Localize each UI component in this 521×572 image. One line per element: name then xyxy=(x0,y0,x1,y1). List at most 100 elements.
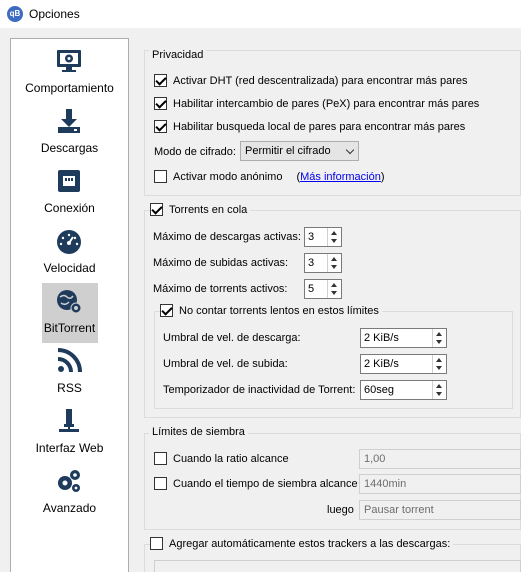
ul-threshold-label: Umbral de vel. de subida: xyxy=(163,358,288,370)
sidebar-item-rss[interactable]: RSS xyxy=(11,343,128,403)
checkbox-box[interactable] xyxy=(160,304,173,317)
max-downloads-value: 3 xyxy=(308,231,315,243)
seeding-action-dropdown[interactable]: Pausar torrent xyxy=(359,500,521,520)
checkbox-box[interactable] xyxy=(154,477,167,490)
checkbox-box[interactable] xyxy=(154,452,167,465)
seeding-time-label: Cuando el tiempo de siembra alcance xyxy=(173,477,358,490)
title-bar: qB Opciones xyxy=(0,0,521,28)
spin-up-icon[interactable] xyxy=(436,384,442,388)
sidebar-item-velocidad[interactable]: Velocidad xyxy=(11,223,128,283)
seeding-time-value: 1440min xyxy=(364,478,407,490)
speedometer-icon xyxy=(57,230,81,254)
sidebar-item-label: Avanzado xyxy=(42,501,97,515)
spin-arrows[interactable] xyxy=(327,280,341,298)
sidebar-item-conexion[interactable]: Conexión xyxy=(11,163,128,223)
sidebar-item-label: RSS xyxy=(57,381,82,395)
dl-threshold-label: Umbral de vel. de descarga: xyxy=(163,332,301,344)
encryption-dropdown[interactable]: Permitir el cifrado xyxy=(240,141,359,161)
seeding-limits-title: Límites de siembra xyxy=(149,426,248,438)
checkbox-box[interactable] xyxy=(154,74,167,87)
spin-arrows[interactable] xyxy=(327,254,341,272)
spin-up-icon[interactable] xyxy=(436,332,442,336)
sidebar-item-label: Descargas xyxy=(40,141,99,155)
sidebar-item-label: Velocidad xyxy=(43,261,96,275)
ul-threshold-value: 2 KiB/s xyxy=(364,358,399,370)
slow-torrents-checkbox[interactable]: No contar torrents lentos en estos límit… xyxy=(160,304,382,317)
dht-checkbox[interactable]: Activar DHT (red descentralizada) para e… xyxy=(154,74,467,87)
spin-up-icon[interactable] xyxy=(331,257,337,261)
lsd-label: Habilitar busqueda local de pares para e… xyxy=(173,120,466,133)
ratio-limit-label: Cuando la ratio alcance xyxy=(173,452,289,465)
max-uploads-spinbox[interactable]: 3 xyxy=(304,253,342,273)
spin-arrows[interactable] xyxy=(432,355,446,373)
dl-threshold-spinbox[interactable]: 2 KiB/s xyxy=(360,328,447,348)
spin-up-icon[interactable] xyxy=(436,358,442,362)
inactivity-timer-label: Temporizador de inactividad de Torrent: xyxy=(163,384,356,396)
ratio-limit-value: 1,00 xyxy=(364,453,386,465)
spin-up-icon[interactable] xyxy=(331,231,337,235)
max-downloads-spinbox[interactable]: 3 xyxy=(304,227,342,247)
max-torrents-spinbox[interactable]: 5 xyxy=(304,279,342,299)
sidebar-item-label: Conexión xyxy=(44,201,95,215)
spin-arrows[interactable] xyxy=(327,228,341,246)
rss-icon xyxy=(57,348,82,373)
lsd-checkbox[interactable]: Habilitar busqueda local de pares para e… xyxy=(154,120,465,133)
max-downloads-label: Máximo de descargas activas: xyxy=(153,231,301,243)
seeding-time-checkbox[interactable]: Cuando el tiempo de siembra alcance xyxy=(154,477,358,490)
window-title: Opciones xyxy=(29,7,80,21)
add-trackers-checkbox[interactable]: Agregar automáticamente estos trackers a… xyxy=(150,537,454,550)
sidebar-item-label: Comportamiento xyxy=(25,81,114,95)
queueing-checkbox[interactable]: Torrents en cola xyxy=(150,203,251,216)
checkbox-box[interactable] xyxy=(154,97,167,110)
ratio-limit-field[interactable]: 1,00 xyxy=(359,449,521,469)
encryption-value: Permitir el cifrado xyxy=(245,145,331,157)
add-trackers-label: Agregar automáticamente estos trackers a… xyxy=(169,537,451,550)
ethernet-icon xyxy=(58,170,80,192)
checkbox-box[interactable] xyxy=(154,170,167,183)
globe-gear-icon xyxy=(57,290,82,314)
more-info-link[interactable]: Más información xyxy=(300,171,381,183)
slow-torrents-label: No contar torrents lentos en estos límit… xyxy=(179,304,379,317)
spin-arrows[interactable] xyxy=(432,381,446,399)
trackers-textarea[interactable] xyxy=(154,560,521,572)
spin-down-icon[interactable] xyxy=(436,392,442,396)
monitor-gear-icon xyxy=(57,50,81,72)
spin-down-icon[interactable] xyxy=(436,366,442,370)
max-uploads-value: 3 xyxy=(308,257,315,269)
sidebar-item-comportamiento[interactable]: Comportamiento xyxy=(11,43,128,103)
seeding-time-field[interactable]: 1440min xyxy=(359,474,521,494)
anonymous-mode-label: Activar modo anónimo xyxy=(173,170,283,183)
ul-threshold-spinbox[interactable]: 2 KiB/s xyxy=(360,354,447,374)
dl-threshold-value: 2 KiB/s xyxy=(364,332,399,344)
sidebar-item-bittorrent[interactable]: BitTorrent xyxy=(11,283,128,343)
paren-close: ) xyxy=(380,170,385,183)
bittorrent-settings-panel: Privacidad Activar DHT (red descentraliz… xyxy=(136,38,521,572)
checkbox-box[interactable] xyxy=(150,537,163,550)
encryption-label: Modo de cifrado: xyxy=(154,146,236,158)
spin-down-icon[interactable] xyxy=(331,291,337,295)
max-torrents-label: Máximo de torrents activos: xyxy=(153,283,288,295)
inactivity-timer-value: 60seg xyxy=(364,384,394,396)
checkbox-box[interactable] xyxy=(150,203,163,216)
qbittorrent-logo-icon: qB xyxy=(7,6,23,22)
usb-plug-icon xyxy=(59,409,79,432)
privacy-group-title: Privacidad xyxy=(149,49,207,61)
dht-label: Activar DHT (red descentralizada) para e… xyxy=(173,74,468,87)
pex-checkbox[interactable]: Habilitar intercambio de pares (PeX) par… xyxy=(154,97,479,110)
ratio-limit-checkbox[interactable]: Cuando la ratio alcance xyxy=(154,452,289,465)
sidebar-item-descargas[interactable]: Descargas xyxy=(11,103,128,163)
sidebar-item-avanzado[interactable]: Avanzado xyxy=(11,463,128,523)
sidebar-item-interfaz-web[interactable]: Interfaz Web xyxy=(11,403,128,463)
spin-down-icon[interactable] xyxy=(331,239,337,243)
spin-up-icon[interactable] xyxy=(331,283,337,287)
spin-down-icon[interactable] xyxy=(436,340,442,344)
spin-down-icon[interactable] xyxy=(331,265,337,269)
download-icon xyxy=(58,109,80,133)
spin-arrows[interactable] xyxy=(432,329,446,347)
queueing-label: Torrents en cola xyxy=(169,203,248,216)
gears-icon xyxy=(58,470,80,492)
checkbox-box[interactable] xyxy=(154,120,167,133)
inactivity-timer-spinbox[interactable]: 60seg xyxy=(360,380,447,400)
seeding-action-value: Pausar torrent xyxy=(364,504,434,516)
anonymous-mode-checkbox[interactable]: Activar modo anónimo ( Más información ) xyxy=(154,170,385,183)
